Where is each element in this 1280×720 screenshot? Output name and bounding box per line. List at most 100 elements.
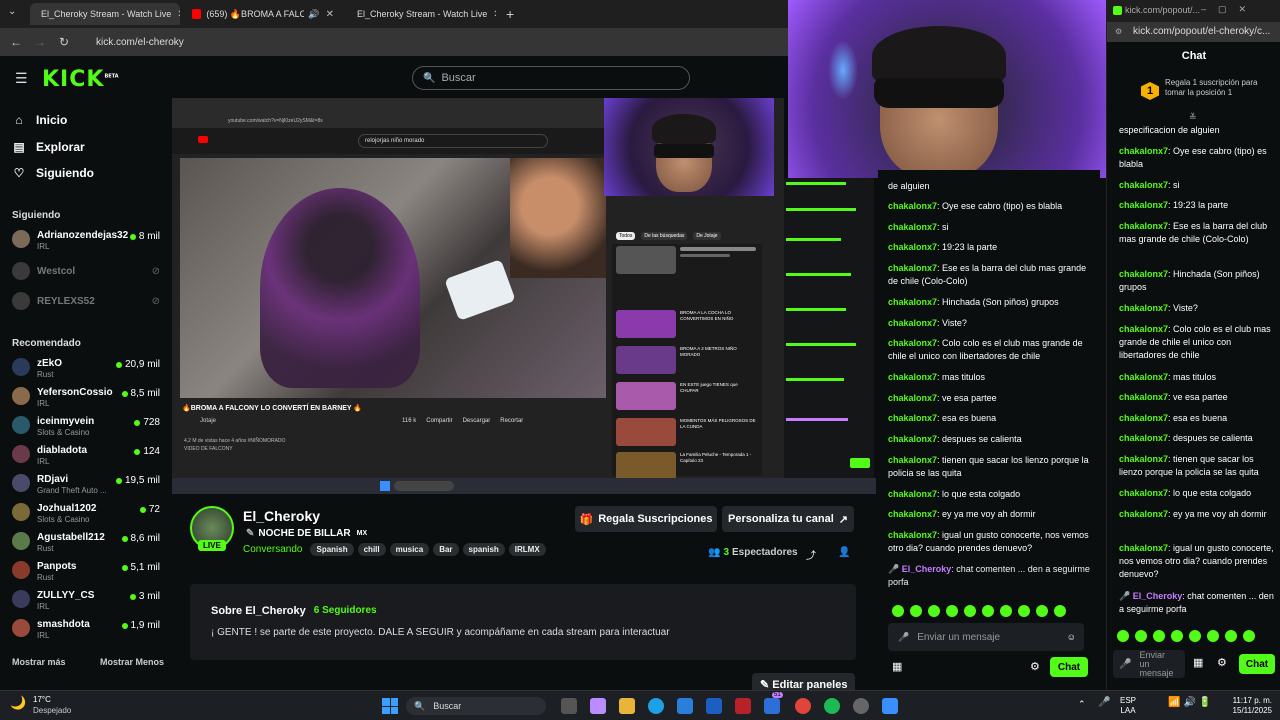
emote-icon[interactable] [964,605,976,617]
gear-icon[interactable]: ⚙ [1217,656,1227,669]
following-channel[interactable]: REYLEXS52 ⊘ [12,290,160,318]
tag[interactable]: Spanish [310,543,354,556]
language-indicator[interactable]: ESP LAA [1120,696,1136,716]
nav-siguiendo[interactable]: ♡ Siguiendo [12,166,94,180]
new-tab-button[interactable]: + [506,6,514,22]
chat-input[interactable]: 🎤 Enviar un mensaje [1113,650,1185,678]
emote-icon[interactable] [1225,630,1237,642]
tag[interactable]: spanish [462,543,505,556]
nav-inicio[interactable]: ⌂ Inicio [12,113,67,127]
url-field[interactable]: kick.com/el-cheroky [96,37,184,48]
tab-kick-2[interactable]: El_Cheroky Stream - Watch Live ✕ [346,3,496,25]
close-tab-icon[interactable]: ✕ [320,9,334,20]
chat-username[interactable]: chakalonx7 [888,530,937,540]
obs-window-icon[interactable] [764,698,780,714]
task-view-icon[interactable] [561,698,577,714]
following-channel[interactable]: Adrianozendejas32 IRL 8 mil [12,228,160,256]
store-icon[interactable]: ▦ [1193,656,1203,669]
chat-username[interactable]: chakalonx7 [888,393,937,403]
spotify-icon[interactable] [824,698,840,714]
chat-username[interactable]: chakalonx7 [1119,200,1168,210]
emote-icon[interactable] [892,605,904,617]
recommended-channel[interactable]: diabladota IRL 124 [12,443,160,471]
tab-kick-1[interactable]: El_Cheroky Stream - Watch Live ✕ [30,3,180,25]
emote-icon[interactable] [1117,630,1129,642]
emote-icon[interactable] [946,605,958,617]
chat-username[interactable]: chakalonx7 [1119,372,1168,382]
copilot-icon[interactable] [590,698,606,714]
store-icon[interactable]: ▦ [892,660,902,673]
stream-category[interactable]: Conversando [243,544,302,555]
chat-username[interactable]: chakalonx7 [1119,392,1168,402]
recommended-channel[interactable]: RDjavi Grand Theft Auto ... 19,5 mil [12,472,160,500]
back-icon[interactable]: ← [4,35,28,49]
chat-username[interactable]: chakalonx7 [888,338,937,348]
chrome-icon[interactable] [795,698,811,714]
search-input[interactable]: 🔍 Buscar [412,66,690,90]
chat-username[interactable]: chakalonx7 [1119,221,1168,231]
tab-list-icon[interactable]: ⌄ [8,6,16,17]
chat-username[interactable]: chakalonx7 [888,455,937,465]
emote-icon[interactable] [1171,630,1183,642]
emote-icon[interactable] [1243,630,1255,642]
emote-icon[interactable] [1000,605,1012,617]
chat-username[interactable]: chakalonx7 [888,509,937,519]
kick-logo[interactable]: KICKBETA [42,67,119,92]
recommended-channel[interactable]: zEkO Rust 20,9 mil [12,356,160,384]
edit-panels-button[interactable]: ✎ Editar paneles [752,673,856,690]
recommended-channel[interactable]: iceinmyvein Slots & Casino 728 [12,414,160,442]
tag[interactable]: musica [389,543,430,556]
user-settings-icon[interactable]: 👤 [838,547,850,558]
emote-icon[interactable] [1054,605,1066,617]
tag[interactable]: chill [357,543,386,556]
chat-username[interactable]: chakalonx7 [888,413,937,423]
chat-username[interactable]: chakalonx7 [888,434,937,444]
obs-icon[interactable] [853,698,869,714]
chat-username[interactable]: chakalonx7 [1119,269,1168,279]
tab-youtube[interactable]: (659) 🔥BROMA A FALCONY 🔊 ✕ [186,3,340,25]
customize-channel-button[interactable]: Personaliza tu canal ↗ [722,506,854,532]
recommended-channel[interactable]: Agustabell212 Rust 8,6 mil [12,530,160,558]
reload-icon[interactable]: ↻ [52,35,76,49]
app-icon[interactable] [882,698,898,714]
recommended-channel[interactable]: Jozhual1202 Slots & Casino 72 [12,501,160,529]
nav-explorar[interactable]: ▤ Explorar [12,140,84,154]
speaker-icon[interactable]: 🔊 [308,9,319,20]
emote-icon[interactable] [1018,605,1030,617]
chat-username[interactable]: chakalonx7 [888,222,937,232]
streamer-name[interactable]: El_Cheroky [243,508,320,524]
emote-icon[interactable] [982,605,994,617]
chat-username[interactable]: chakalonx7 [1119,543,1168,553]
chat-send-button[interactable]: Chat [1050,657,1088,677]
visual-studio-icon[interactable] [706,698,722,714]
tag[interactable]: IRLMX [508,543,546,556]
chat-username[interactable]: chakalonx7 [1119,454,1168,464]
chat-username[interactable]: chakalonx7 [1119,146,1168,156]
recommended-channel[interactable]: YefersonCossio IRL 8,5 mil [12,385,160,413]
recommended-channel[interactable]: smashdota IRL 1,9 mil [12,617,160,645]
gear-icon[interactable]: ⚙ [1030,660,1040,673]
wifi-volume-battery-icon[interactable]: 📶🔊🔋 [1168,697,1214,708]
pinned-gift-text[interactable]: Regala 1 suscripción para tomar la posic… [1165,78,1265,98]
windows-start-icon[interactable] [382,698,398,714]
mic-icon[interactable]: 🎤 [1098,697,1110,708]
emote-icon[interactable] [910,605,922,617]
store-icon[interactable] [677,698,693,714]
show-less-link[interactable]: Mostrar Menos [100,657,164,667]
emote-icon[interactable] [1207,630,1219,642]
chat-send-button[interactable]: Chat [1239,654,1275,674]
chat-username[interactable]: chakalonx7 [1119,324,1168,334]
chevron-up-icon[interactable]: ⌃ [1078,699,1086,710]
chevron-down-icon[interactable]: ≚ [1189,112,1197,123]
recommended-channel[interactable]: Panpots Rust 5,1 mil [12,559,160,587]
chat-username[interactable]: chakalonx7 [888,318,937,328]
share-icon[interactable]: ⤴ [806,547,816,562]
popout-url[interactable]: kick.com/popout/el-cheroky/c... [1133,26,1279,37]
show-more-link[interactable]: Mostrar más [12,657,66,667]
close-tab-icon[interactable]: ✕ [171,9,180,20]
emote-icon[interactable] [1135,630,1147,642]
chat-input[interactable]: 🎤 Enviar un mensaje ☺ [888,623,1084,651]
emote-icon[interactable] [1189,630,1201,642]
chat-username[interactable]: El_Cheroky [1133,591,1183,601]
close-tab-icon[interactable]: ✕ [487,9,496,20]
